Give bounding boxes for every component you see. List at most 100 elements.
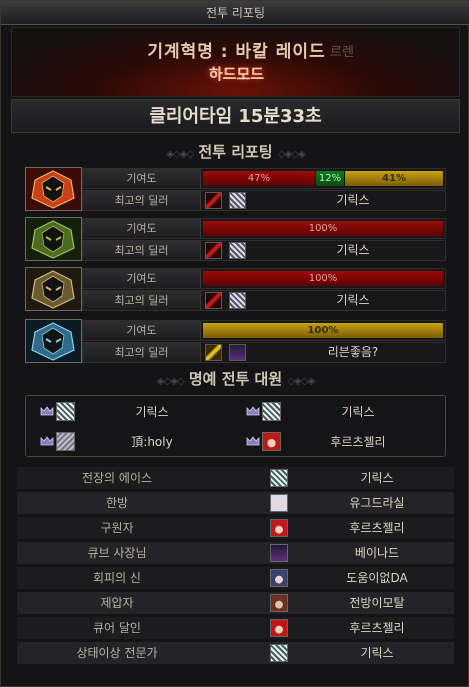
title-label: 큐어 달인 (93, 621, 141, 635)
avatar (262, 432, 281, 451)
dealer-icons (205, 192, 255, 209)
green-mech-portrait (25, 217, 82, 261)
dealer-icons (205, 292, 255, 309)
contribution-bar: 47% 12% 41% (203, 171, 444, 186)
avatar (229, 344, 246, 361)
title-player-name: 유그드라실 (349, 496, 405, 510)
avatar (270, 619, 288, 637)
title-player-name: 후르츠젤리 (349, 621, 405, 635)
mech-helmet-icon (26, 168, 81, 210)
contribution-segment: 100% (203, 271, 444, 286)
raid-name: 기계혁명 : 바칼 레이드 (147, 42, 326, 62)
title-row[interactable]: 회피의 신 도움이없DA (17, 567, 454, 589)
contribution-row: 기여도 47% 12% 41% (82, 168, 446, 189)
top-dealer-label: 최고의 딜러 (83, 241, 201, 260)
title-player-name: 도움이없DA (346, 571, 408, 585)
avatar (262, 402, 281, 421)
title-label: 제압자 (100, 596, 134, 610)
honor-member-name: 頂:holy (131, 435, 173, 449)
avatar (270, 644, 288, 662)
contribution-row: 기여도 100% (82, 320, 446, 341)
title-row[interactable]: 상태이상 전문가 기릭스 (17, 642, 454, 664)
top-dealer-row: 최고의 딜러 기릭스 (82, 290, 446, 311)
title-label: 상태이상 전문가 (76, 646, 158, 660)
top-dealer-name: 기릭스 (336, 293, 370, 307)
top-dealer-row: 최고의 딜러 기릭스 (82, 240, 446, 261)
gold-mech-portrait (25, 267, 82, 311)
contribution-row: 기여도 100% (82, 268, 446, 289)
title-row[interactable]: 구원자 후르츠젤리 (17, 517, 454, 539)
contribution-segment: 100% (203, 221, 444, 236)
clear-time: 클리어타임 15분33초 (11, 99, 460, 133)
avatar (229, 292, 246, 309)
title-label: 구원자 (100, 521, 134, 535)
contribution-label: 기여도 (83, 219, 201, 238)
battle-report-window: 전투 리포팅 기계혁명 : 바칼 레이드 르렌 하드모드 클리어타임 15분33… (0, 0, 469, 687)
contribution-label: 기여도 (83, 321, 201, 340)
party-card: 기여도 47% 12% 41% 최고의 딜러 기릭스 (25, 167, 446, 213)
title-label: 한방 (105, 496, 129, 510)
top-dealer-label: 최고의 딜러 (83, 343, 201, 362)
contribution-label: 기여도 (83, 169, 201, 188)
party-card: 기여도 100% 최고의 딜러 기릭스 (25, 217, 446, 263)
title-label: 회피의 신 (93, 571, 141, 585)
contribution-segment: 12% (316, 171, 345, 186)
title-label: 전장의 에이스 (81, 471, 153, 485)
title-player-name: 기릭스 (360, 471, 394, 485)
title-player-name: 베이나드 (354, 546, 400, 560)
honor-member[interactable]: 頂:holy (32, 431, 232, 453)
honor-member-name: 기릭스 (341, 405, 375, 419)
blue-mech-portrait (25, 319, 82, 363)
red-mech-portrait (25, 167, 82, 211)
window-title: 전투 리포팅 (205, 6, 265, 20)
contribution-segment: 100% (203, 323, 444, 338)
raid-banner: 기계혁명 : 바칼 레이드 르렌 하드모드 (11, 27, 460, 97)
dealer-icons (205, 242, 255, 259)
title-row[interactable]: 큐브 사장님 베이나드 (17, 542, 454, 564)
avatar (56, 432, 75, 451)
avatar (270, 469, 288, 487)
title-row[interactable]: 한방 유그드라실 (17, 492, 454, 514)
title-row[interactable]: 전장의 에이스 기릭스 (17, 467, 454, 489)
honor-member[interactable]: 기릭스 (32, 401, 232, 423)
ornament-left-icon: ◈◇◈◇ (166, 149, 194, 160)
top-dealer-name: 기릭스 (336, 243, 370, 257)
title-row[interactable]: 큐어 달인 후르츠젤리 (17, 617, 454, 639)
weapon-icon (205, 242, 222, 259)
avatar (270, 519, 288, 537)
section-honor-header: ◈◇◈◇ 명예 전투 대원 ◇◈◇◈ (11, 368, 460, 390)
crown-icon (246, 406, 260, 416)
honor-member[interactable]: 후르츠젤리 (238, 431, 438, 453)
contribution-label: 기여도 (83, 269, 201, 288)
avatar (270, 594, 288, 612)
title-player-name: 전방이모탈 (349, 596, 405, 610)
avatar (229, 242, 246, 259)
weapon-icon (205, 344, 222, 361)
ornament-right-icon: ◇◈◇◈ (277, 149, 306, 160)
weapon-icon (205, 192, 222, 209)
raid-difficulty: 하드모드 (208, 65, 265, 83)
mech-helmet-icon (26, 218, 81, 260)
top-dealer-label: 최고의 딜러 (83, 191, 201, 210)
crown-icon (40, 436, 54, 446)
ornament-right-icon: ◇◈◇◈ (287, 376, 315, 387)
honor-member[interactable]: 기릭스 (238, 401, 438, 423)
honor-member-name: 후르츠젤리 (330, 435, 386, 449)
weapon-icon (205, 292, 222, 309)
honor-members-box: 기릭스 기릭스 頂:holy 후르츠젤리 (25, 395, 446, 457)
top-dealer-name: 리븐좋음? (327, 345, 379, 359)
window-titlebar[interactable]: 전투 리포팅 (1, 1, 469, 25)
mech-helmet-icon (26, 320, 81, 362)
contribution-bar: 100% (203, 271, 444, 286)
avatar (270, 544, 288, 562)
contribution-bar: 100% (203, 221, 444, 236)
top-dealer-row: 최고의 딜러 기릭스 (82, 190, 446, 211)
contribution-segment: 47% (203, 171, 316, 186)
honor-member-name: 기릭스 (135, 405, 169, 419)
section-honor-title: 명예 전투 대원 (188, 370, 283, 388)
title-label: 큐브 사장님 (87, 546, 147, 560)
contribution-row: 기여도 100% (82, 218, 446, 239)
title-row[interactable]: 제압자 전방이모탈 (17, 592, 454, 614)
ornament-left-icon: ◈◇◈◇ (156, 376, 185, 387)
crown-icon (40, 406, 54, 416)
